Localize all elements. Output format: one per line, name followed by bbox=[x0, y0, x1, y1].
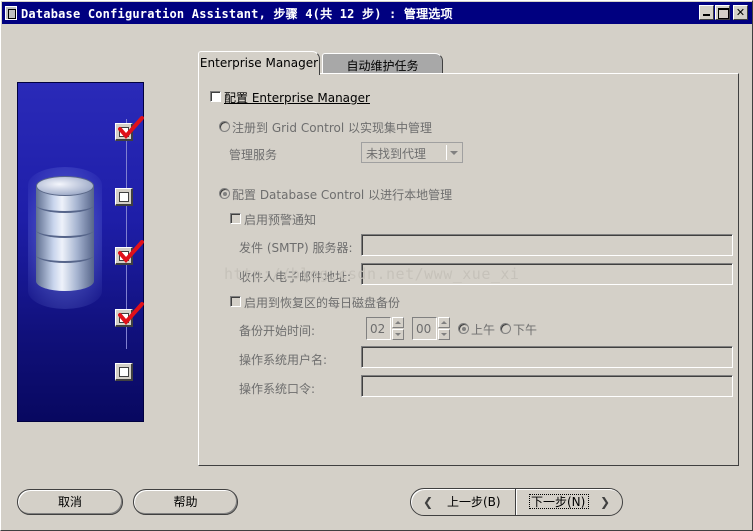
backup-minute-stepper[interactable]: 00 bbox=[412, 317, 452, 340]
database-drum-icon bbox=[28, 167, 102, 309]
cancel-button[interactable]: 取消 bbox=[17, 489, 123, 515]
back-button[interactable]: ❮ 上一步(B) bbox=[411, 489, 515, 515]
checkmark-icon bbox=[118, 302, 144, 326]
enable-backup-label: 启用到恢复区的每日磁盘备份 bbox=[244, 296, 401, 310]
backup-minute-value: 00 bbox=[412, 317, 437, 340]
enable-alerts-label: 启用预警通知 bbox=[244, 213, 317, 227]
stepper-up-icon[interactable] bbox=[438, 317, 450, 328]
app-icon bbox=[5, 6, 17, 20]
pm-radio[interactable] bbox=[500, 323, 511, 334]
pm-label: 下午 bbox=[513, 323, 538, 337]
configure-em-checkbox[interactable] bbox=[210, 91, 221, 102]
step-checkbox-icon bbox=[115, 302, 144, 327]
chevron-left-icon: ❮ bbox=[423, 495, 434, 509]
am-radio[interactable] bbox=[458, 323, 469, 334]
step-checkbox-icon bbox=[115, 240, 144, 265]
checkmark-icon bbox=[118, 116, 144, 140]
mgmt-service-label: 管理服务 bbox=[229, 148, 278, 162]
next-button-label: 下一步(N) bbox=[531, 495, 586, 509]
next-button[interactable]: 下一步(N) ❯ bbox=[515, 489, 622, 515]
watermark-text: http://blog.csdn.net/www_xue_xi bbox=[224, 265, 520, 283]
step-checkbox-icon bbox=[115, 116, 144, 141]
backup-hour-stepper[interactable]: 02 bbox=[366, 317, 406, 340]
close-button[interactable]: ✕ bbox=[733, 5, 748, 20]
os-password-label: 操作系统口令: bbox=[239, 382, 316, 396]
enable-backup-checkbox[interactable] bbox=[230, 296, 241, 307]
checkmark-icon bbox=[118, 240, 144, 264]
stepper-up-icon[interactable] bbox=[392, 317, 404, 328]
backup-time-label: 备份开始时间: bbox=[239, 324, 316, 338]
window-title: Database Configuration Assistant, 步骤 4(共… bbox=[21, 7, 453, 21]
os-username-label: 操作系统用户名: bbox=[239, 353, 328, 367]
help-button[interactable]: 帮助 bbox=[133, 489, 238, 515]
chevron-down-icon bbox=[446, 145, 460, 160]
tab-auto-maintenance[interactable]: 自动维护任务 bbox=[322, 53, 443, 73]
mgmt-service-select[interactable]: 未找到代理 bbox=[361, 142, 463, 163]
smtp-server-input[interactable] bbox=[361, 234, 733, 256]
smtp-server-label: 发件 (SMTP) 服务器: bbox=[239, 241, 353, 255]
wizard-navigation: ❮ 上一步(B) 下一步(N) ❯ bbox=[410, 488, 623, 516]
os-password-input[interactable] bbox=[361, 375, 733, 397]
close-icon: ✕ bbox=[735, 6, 746, 19]
grid-control-radio[interactable] bbox=[219, 121, 230, 132]
enable-alerts-checkbox[interactable] bbox=[230, 213, 241, 224]
minimize-button[interactable] bbox=[699, 5, 714, 20]
chevron-right-icon: ❯ bbox=[600, 495, 611, 509]
db-control-radio[interactable] bbox=[219, 188, 230, 199]
os-username-input[interactable] bbox=[361, 346, 733, 368]
step-checkbox-icon bbox=[115, 188, 133, 206]
maximize-button[interactable] bbox=[715, 5, 730, 20]
step-checkbox-icon bbox=[115, 363, 133, 381]
grid-control-label: 注册到 Grid Control 以实现集中管理 bbox=[232, 121, 433, 135]
title-bar[interactable]: Database Configuration Assistant, 步骤 4(共… bbox=[2, 2, 752, 24]
am-label: 上午 bbox=[471, 323, 496, 337]
tab-enterprise-manager[interactable]: Enterprise Manager bbox=[198, 51, 320, 75]
db-control-label: 配置 Database Control 以进行本地管理 bbox=[232, 188, 453, 202]
stepper-down-icon[interactable] bbox=[392, 329, 404, 340]
back-button-label: 上一步(B) bbox=[447, 495, 501, 509]
backup-hour-value: 02 bbox=[366, 317, 391, 340]
stepper-down-icon[interactable] bbox=[438, 329, 450, 340]
configure-em-label[interactable]: 配置 Enterprise Manager bbox=[224, 89, 370, 106]
dbca-window: Database Configuration Assistant, 步骤 4(共… bbox=[0, 0, 753, 531]
mgmt-service-value: 未找到代理 bbox=[366, 147, 427, 161]
